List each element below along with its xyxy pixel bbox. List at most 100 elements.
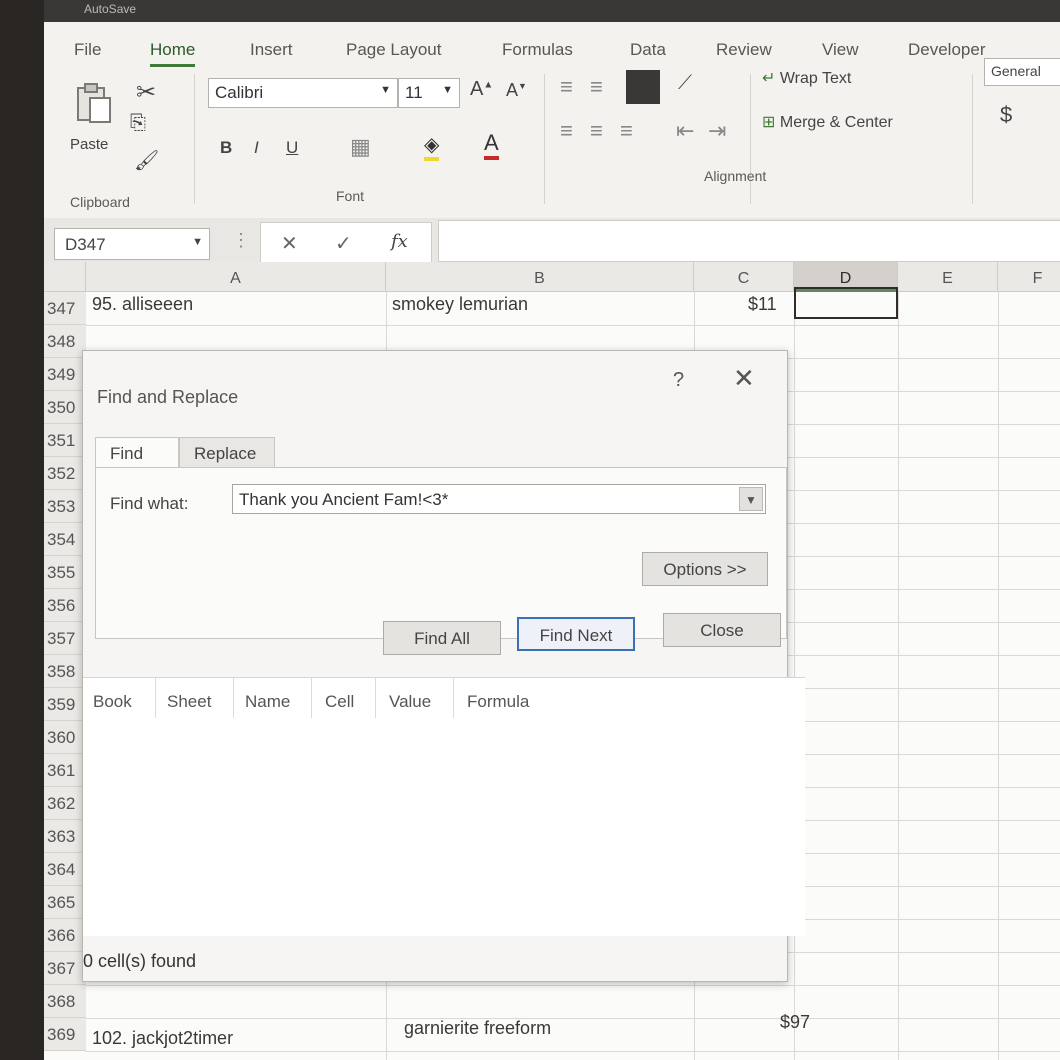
- active-cell-d347[interactable]: [794, 287, 898, 319]
- italic-button[interactable]: I: [254, 138, 259, 158]
- title-bar: AutoSave: [44, 0, 1060, 22]
- row-header[interactable]: 351: [44, 424, 86, 457]
- align-left-icon[interactable]: ≡: [560, 118, 573, 144]
- currency-button[interactable]: $: [1000, 102, 1012, 128]
- row-header[interactable]: 358: [44, 655, 86, 688]
- formula-input[interactable]: [438, 220, 1060, 262]
- column-header-e[interactable]: E: [898, 262, 998, 292]
- result-col-name[interactable]: Name: [245, 692, 290, 712]
- tab-insert[interactable]: Insert: [250, 40, 293, 60]
- tab-find[interactable]: Find: [95, 437, 179, 468]
- font-color-icon[interactable]: A: [484, 130, 499, 160]
- tab-review[interactable]: Review: [716, 40, 772, 60]
- row-header[interactable]: 357: [44, 622, 86, 655]
- cell-a369[interactable]: 102. jackjot2timer: [92, 1028, 233, 1049]
- row-header[interactable]: 356: [44, 589, 86, 622]
- name-box[interactable]: D347 ▼: [54, 228, 210, 260]
- cell-b347[interactable]: smokey lemurian: [392, 294, 528, 315]
- cancel-icon[interactable]: ✕: [281, 231, 298, 256]
- fill-color-icon[interactable]: ◈: [424, 132, 440, 161]
- cut-icon[interactable]: ✂: [136, 78, 156, 107]
- wrap-text-button[interactable]: ↵ Wrap Text: [762, 68, 851, 88]
- row-header[interactable]: 350: [44, 391, 86, 424]
- font-size-select[interactable]: 11 ▼: [398, 78, 460, 108]
- result-col-sheet[interactable]: Sheet: [167, 692, 211, 712]
- align-middle-icon[interactable]: ≡: [590, 74, 603, 100]
- row-header[interactable]: 366: [44, 919, 86, 952]
- find-what-label: Find what:: [110, 494, 189, 513]
- column-header-f[interactable]: F: [998, 262, 1060, 292]
- column-header-a[interactable]: A: [86, 262, 386, 292]
- tab-developer[interactable]: Developer: [908, 40, 986, 60]
- close-icon[interactable]: ✕: [733, 363, 755, 394]
- row-header[interactable]: 362: [44, 787, 86, 820]
- number-format-select[interactable]: General: [984, 58, 1060, 86]
- row-header[interactable]: 364: [44, 853, 86, 886]
- clipboard-icon: [77, 83, 111, 123]
- row-header[interactable]: 368: [44, 985, 86, 1018]
- row-header[interactable]: 352: [44, 457, 86, 490]
- select-all-corner[interactable]: [44, 262, 86, 292]
- underline-button[interactable]: U: [286, 138, 298, 158]
- merge-center-button[interactable]: ⊞ Merge & Center: [762, 112, 893, 132]
- align-right-icon[interactable]: ≡: [620, 118, 633, 144]
- tab-home[interactable]: Home: [150, 40, 196, 67]
- align-center-icon[interactable]: ≡: [590, 118, 603, 144]
- row-header[interactable]: 353: [44, 490, 86, 523]
- tab-data[interactable]: Data: [630, 40, 666, 60]
- borders-icon[interactable]: ▦: [350, 134, 371, 160]
- close-button[interactable]: Close: [663, 613, 781, 647]
- align-top-icon[interactable]: ≡: [560, 74, 573, 100]
- row-header[interactable]: 347: [44, 292, 86, 325]
- find-next-button[interactable]: Find Next: [517, 617, 635, 651]
- font-name-select[interactable]: Calibri ▼: [208, 78, 398, 108]
- result-col-value[interactable]: Value: [389, 692, 431, 712]
- find-what-input[interactable]: Thank you Ancient Fam!<3* ▼: [232, 484, 766, 514]
- paste-label[interactable]: Paste: [70, 136, 108, 153]
- help-icon[interactable]: ?: [673, 369, 684, 392]
- results-list[interactable]: Book Sheet Name Cell Value Formula: [83, 677, 805, 936]
- row-header[interactable]: 369: [44, 1018, 86, 1051]
- result-col-formula[interactable]: Formula: [467, 692, 529, 712]
- cell-c347[interactable]: $11: [748, 294, 777, 315]
- row-header[interactable]: 354: [44, 523, 86, 556]
- grid-line: [86, 985, 1060, 986]
- align-bottom-icon[interactable]: [626, 70, 660, 104]
- row-header[interactable]: 367: [44, 952, 86, 985]
- bold-button[interactable]: B: [220, 138, 232, 158]
- tab-page-layout[interactable]: Page Layout: [346, 40, 441, 60]
- enter-icon[interactable]: ✓: [335, 231, 352, 256]
- row-header[interactable]: 355: [44, 556, 86, 589]
- row-header[interactable]: 365: [44, 886, 86, 919]
- row-header[interactable]: 349: [44, 358, 86, 391]
- tab-replace[interactable]: Replace: [179, 437, 275, 467]
- row-header[interactable]: 359: [44, 688, 86, 721]
- insert-function-icon[interactable]: fx: [391, 231, 408, 252]
- increase-indent-icon[interactable]: ⇥: [708, 118, 726, 144]
- cell-c369[interactable]: $97: [780, 1012, 810, 1033]
- decrease-font-icon[interactable]: A▼: [506, 80, 527, 101]
- result-col-book[interactable]: Book: [93, 692, 132, 712]
- tab-formulas[interactable]: Formulas: [502, 40, 573, 60]
- result-col-cell[interactable]: Cell: [325, 692, 354, 712]
- format-painter-icon[interactable]: 🖌: [134, 148, 159, 173]
- column-header-b[interactable]: B: [386, 262, 694, 292]
- dialog-title: Find and Replace: [97, 387, 239, 407]
- tab-view[interactable]: View: [822, 40, 859, 60]
- paste-button[interactable]: [72, 82, 116, 126]
- options-button[interactable]: Options >>: [642, 552, 768, 586]
- tab-file[interactable]: File: [74, 40, 101, 60]
- row-header[interactable]: 363: [44, 820, 86, 853]
- row-header[interactable]: 360: [44, 721, 86, 754]
- row-header[interactable]: 361: [44, 754, 86, 787]
- chevron-down-icon[interactable]: ▼: [739, 487, 763, 511]
- column-header-c[interactable]: C: [694, 262, 794, 292]
- decrease-indent-icon[interactable]: ⇤: [676, 118, 694, 144]
- find-all-button[interactable]: Find All: [383, 621, 501, 655]
- increase-font-icon[interactable]: A▲: [470, 78, 493, 101]
- cell-b369[interactable]: garnierite freeform: [404, 1018, 551, 1039]
- cell-a347[interactable]: 95. alliseeen: [92, 294, 193, 315]
- copy-icon[interactable]: ⎘: [130, 112, 146, 135]
- orientation-icon[interactable]: ⟋: [678, 72, 692, 95]
- row-header[interactable]: 348: [44, 325, 86, 358]
